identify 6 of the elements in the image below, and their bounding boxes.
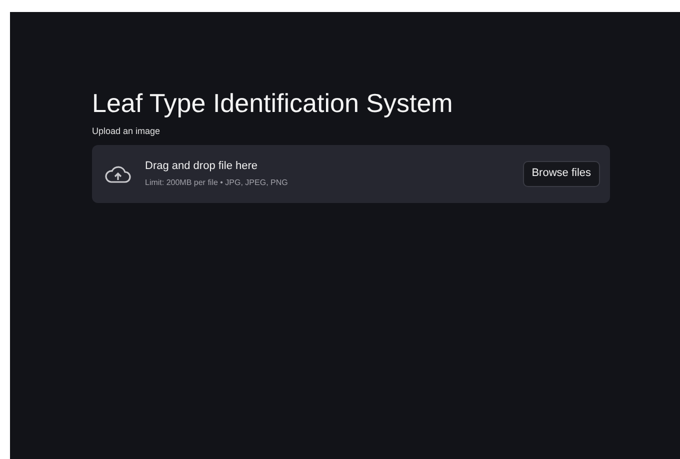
drop-zone[interactable]: Drag and drop file here Limit: 200MB per file • JPG, JPEG, PNG Browse files — [92, 144, 610, 202]
browse-files-button[interactable]: Browse files — [522, 160, 600, 186]
page-title: Leaf Type Identification System — [92, 87, 453, 119]
drop-instruction: Drag and drop file here — [145, 158, 258, 174]
file-limit-text: Limit: 200MB per file • JPG, JPEG, PNG — [145, 177, 288, 190]
uploader-label: Upload an image — [92, 125, 160, 138]
